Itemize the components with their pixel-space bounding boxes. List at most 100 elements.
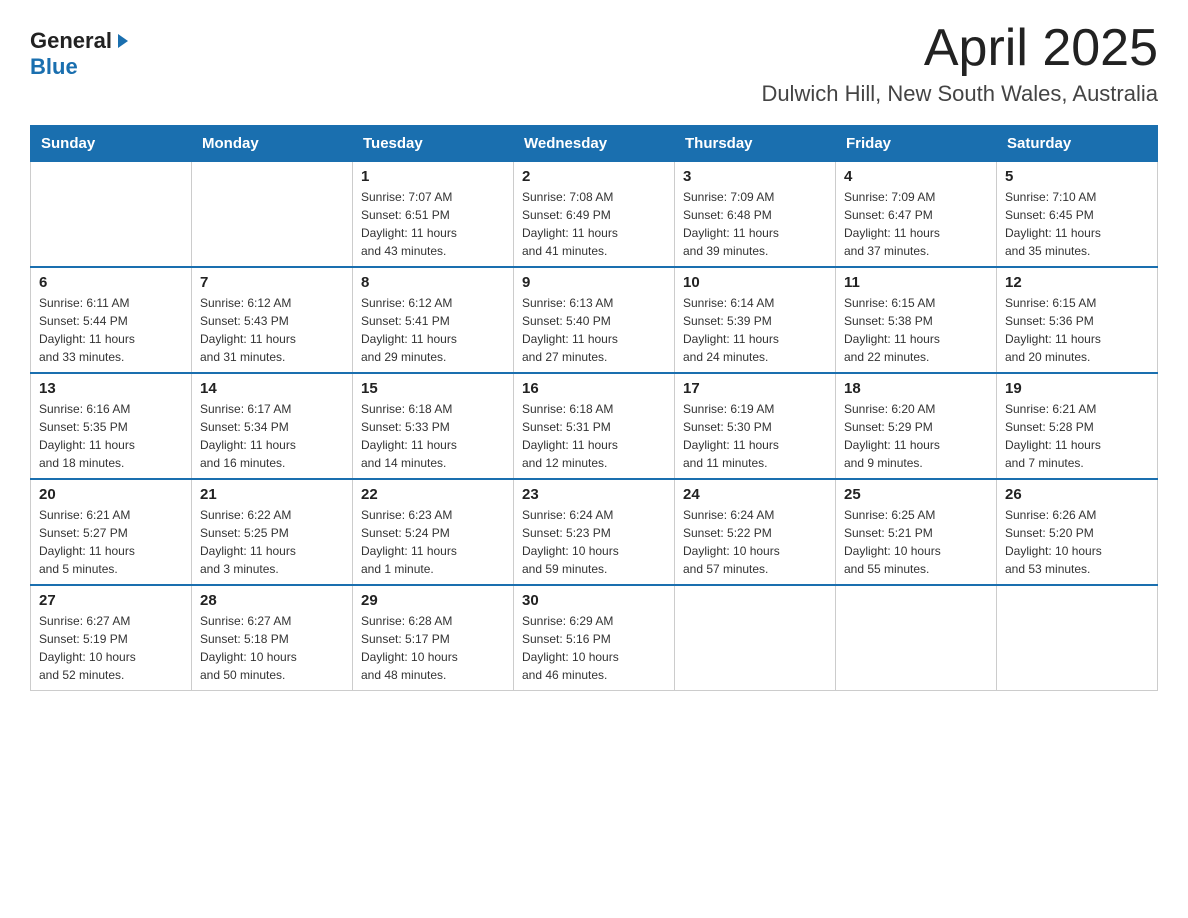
day-number: 16 bbox=[522, 380, 666, 397]
calendar-cell: 29 Sunrise: 6:28 AMSunset: 5:17 PMDayligh… bbox=[353, 585, 514, 691]
logo: General Blue bbox=[30, 20, 132, 81]
day-info: Sunrise: 6:27 AMSunset: 5:18 PMDaylight:… bbox=[200, 612, 344, 684]
calendar-weekday-saturday: Saturday bbox=[997, 126, 1158, 162]
day-info: Sunrise: 7:09 AMSunset: 6:48 PMDaylight:… bbox=[683, 188, 827, 260]
title-area: April 2025 Dulwich Hill, New South Wales… bbox=[761, 20, 1158, 107]
day-number: 23 bbox=[522, 486, 666, 503]
day-number: 1 bbox=[361, 168, 505, 185]
day-number: 19 bbox=[1005, 380, 1149, 397]
day-info: Sunrise: 6:21 AMSunset: 5:28 PMDaylight:… bbox=[1005, 400, 1149, 472]
calendar-cell bbox=[31, 162, 192, 268]
day-info: Sunrise: 6:27 AMSunset: 5:19 PMDaylight:… bbox=[39, 612, 183, 684]
calendar-cell: 8 Sunrise: 6:12 AMSunset: 5:41 PMDaylight… bbox=[353, 267, 514, 373]
day-number: 17 bbox=[683, 380, 827, 397]
calendar-week-row: 27Sunrise: 6:27 AMSunset: 5:19 PMDayligh… bbox=[31, 585, 1158, 691]
day-info: Sunrise: 6:28 AMSunset: 5:17 PMDaylight:… bbox=[361, 612, 505, 684]
day-number: 12 bbox=[1005, 274, 1149, 291]
day-number: 18 bbox=[844, 380, 988, 397]
calendar-cell: 13Sunrise: 6:16 AMSunset: 5:35 PMDayligh… bbox=[31, 373, 192, 479]
calendar-week-row: 1 Sunrise: 7:07 AMSunset: 6:51 PMDaylight… bbox=[31, 162, 1158, 268]
calendar-cell: 12 Sunrise: 6:15 AMSunset: 5:36 PMDayligh… bbox=[997, 267, 1158, 373]
calendar-weekday-sunday: Sunday bbox=[31, 126, 192, 162]
calendar-cell: 26Sunrise: 6:26 AMSunset: 5:20 PMDayligh… bbox=[997, 479, 1158, 585]
day-number: 8 bbox=[361, 274, 505, 291]
calendar-weekday-wednesday: Wednesday bbox=[514, 126, 675, 162]
day-info: Sunrise: 6:17 AMSunset: 5:34 PMDaylight:… bbox=[200, 400, 344, 472]
calendar-week-row: 20Sunrise: 6:21 AMSunset: 5:27 PMDayligh… bbox=[31, 479, 1158, 585]
page-title: April 2025 bbox=[761, 20, 1158, 77]
logo-arrow-icon bbox=[114, 32, 132, 50]
day-info: Sunrise: 6:25 AMSunset: 5:21 PMDaylight:… bbox=[844, 506, 988, 578]
day-info: Sunrise: 6:16 AMSunset: 5:35 PMDaylight:… bbox=[39, 400, 183, 472]
day-number: 24 bbox=[683, 486, 827, 503]
calendar-cell: 10 Sunrise: 6:14 AMSunset: 5:39 PMDayligh… bbox=[675, 267, 836, 373]
day-number: 9 bbox=[522, 274, 666, 291]
day-number: 2 bbox=[522, 168, 666, 185]
day-info: Sunrise: 7:07 AMSunset: 6:51 PMDaylight:… bbox=[361, 188, 505, 260]
day-number: 7 bbox=[200, 274, 344, 291]
day-number: 3 bbox=[683, 168, 827, 185]
calendar-cell: 23 Sunrise: 6:24 AMSunset: 5:23 PMDayligh… bbox=[514, 479, 675, 585]
calendar-cell bbox=[997, 585, 1158, 691]
calendar-cell: 7Sunrise: 6:12 AMSunset: 5:43 PMDaylight… bbox=[192, 267, 353, 373]
day-info: Sunrise: 6:11 AMSunset: 5:44 PMDaylight:… bbox=[39, 294, 183, 366]
calendar-cell: 9 Sunrise: 6:13 AMSunset: 5:40 PMDaylight… bbox=[514, 267, 675, 373]
day-number: 4 bbox=[844, 168, 988, 185]
calendar-cell: 22Sunrise: 6:23 AMSunset: 5:24 PMDayligh… bbox=[353, 479, 514, 585]
calendar-weekday-monday: Monday bbox=[192, 126, 353, 162]
day-info: Sunrise: 6:19 AMSunset: 5:30 PMDaylight:… bbox=[683, 400, 827, 472]
day-number: 30 bbox=[522, 592, 666, 609]
calendar-cell: 19 Sunrise: 6:21 AMSunset: 5:28 PMDayligh… bbox=[997, 373, 1158, 479]
calendar-cell bbox=[192, 162, 353, 268]
day-number: 14 bbox=[200, 380, 344, 397]
calendar-cell: 1 Sunrise: 7:07 AMSunset: 6:51 PMDaylight… bbox=[353, 162, 514, 268]
logo-general: General bbox=[30, 28, 112, 54]
day-info: Sunrise: 6:29 AMSunset: 5:16 PMDaylight:… bbox=[522, 612, 666, 684]
day-number: 29 bbox=[361, 592, 505, 609]
calendar-cell: 18 Sunrise: 6:20 AMSunset: 5:29 PMDayligh… bbox=[836, 373, 997, 479]
day-info: Sunrise: 6:21 AMSunset: 5:27 PMDaylight:… bbox=[39, 506, 183, 578]
calendar-cell: 14 Sunrise: 6:17 AMSunset: 5:34 PMDayligh… bbox=[192, 373, 353, 479]
calendar-weekday-thursday: Thursday bbox=[675, 126, 836, 162]
day-info: Sunrise: 6:18 AMSunset: 5:31 PMDaylight:… bbox=[522, 400, 666, 472]
calendar-cell: 4 Sunrise: 7:09 AMSunset: 6:47 PMDaylight… bbox=[836, 162, 997, 268]
calendar-header-row: SundayMondayTuesdayWednesdayThursdayFrid… bbox=[31, 126, 1158, 162]
logo-blue-line: Blue bbox=[30, 54, 78, 80]
calendar-week-row: 13Sunrise: 6:16 AMSunset: 5:35 PMDayligh… bbox=[31, 373, 1158, 479]
day-info: Sunrise: 6:24 AMSunset: 5:23 PMDaylight:… bbox=[522, 506, 666, 578]
day-info: Sunrise: 6:22 AMSunset: 5:25 PMDaylight:… bbox=[200, 506, 344, 578]
day-info: Sunrise: 7:09 AMSunset: 6:47 PMDaylight:… bbox=[844, 188, 988, 260]
day-number: 22 bbox=[361, 486, 505, 503]
calendar-cell: 21Sunrise: 6:22 AMSunset: 5:25 PMDayligh… bbox=[192, 479, 353, 585]
day-info: Sunrise: 6:20 AMSunset: 5:29 PMDaylight:… bbox=[844, 400, 988, 472]
logo-line1: General bbox=[30, 28, 132, 54]
day-number: 6 bbox=[39, 274, 183, 291]
day-number: 10 bbox=[683, 274, 827, 291]
page-header: General Blue April 2025 Dulwich Hill, Ne… bbox=[30, 20, 1158, 107]
calendar-cell: 11 Sunrise: 6:15 AMSunset: 5:38 PMDayligh… bbox=[836, 267, 997, 373]
calendar-cell: 27Sunrise: 6:27 AMSunset: 5:19 PMDayligh… bbox=[31, 585, 192, 691]
calendar-table: SundayMondayTuesdayWednesdayThursdayFrid… bbox=[30, 125, 1158, 691]
calendar-cell: 15Sunrise: 6:18 AMSunset: 5:33 PMDayligh… bbox=[353, 373, 514, 479]
logo-blue: Blue bbox=[30, 54, 78, 79]
day-info: Sunrise: 6:12 AMSunset: 5:41 PMDaylight:… bbox=[361, 294, 505, 366]
day-info: Sunrise: 6:15 AMSunset: 5:36 PMDaylight:… bbox=[1005, 294, 1149, 366]
calendar-weekday-friday: Friday bbox=[836, 126, 997, 162]
calendar-cell: 2Sunrise: 7:08 AMSunset: 6:49 PMDaylight… bbox=[514, 162, 675, 268]
calendar-cell: 3 Sunrise: 7:09 AMSunset: 6:48 PMDaylight… bbox=[675, 162, 836, 268]
day-info: Sunrise: 6:18 AMSunset: 5:33 PMDaylight:… bbox=[361, 400, 505, 472]
day-info: Sunrise: 6:15 AMSunset: 5:38 PMDaylight:… bbox=[844, 294, 988, 366]
calendar-week-row: 6 Sunrise: 6:11 AMSunset: 5:44 PMDaylight… bbox=[31, 267, 1158, 373]
day-info: Sunrise: 6:26 AMSunset: 5:20 PMDaylight:… bbox=[1005, 506, 1149, 578]
day-number: 11 bbox=[844, 274, 988, 291]
calendar-cell: 20Sunrise: 6:21 AMSunset: 5:27 PMDayligh… bbox=[31, 479, 192, 585]
calendar-cell: 16 Sunrise: 6:18 AMSunset: 5:31 PMDayligh… bbox=[514, 373, 675, 479]
calendar-cell bbox=[675, 585, 836, 691]
day-number: 28 bbox=[200, 592, 344, 609]
calendar-cell: 6 Sunrise: 6:11 AMSunset: 5:44 PMDaylight… bbox=[31, 267, 192, 373]
calendar-cell: 28 Sunrise: 6:27 AMSunset: 5:18 PMDayligh… bbox=[192, 585, 353, 691]
day-info: Sunrise: 6:14 AMSunset: 5:39 PMDaylight:… bbox=[683, 294, 827, 366]
day-info: Sunrise: 7:10 AMSunset: 6:45 PMDaylight:… bbox=[1005, 188, 1149, 260]
calendar-cell: 30 Sunrise: 6:29 AMSunset: 5:16 PMDayligh… bbox=[514, 585, 675, 691]
day-info: Sunrise: 6:13 AMSunset: 5:40 PMDaylight:… bbox=[522, 294, 666, 366]
